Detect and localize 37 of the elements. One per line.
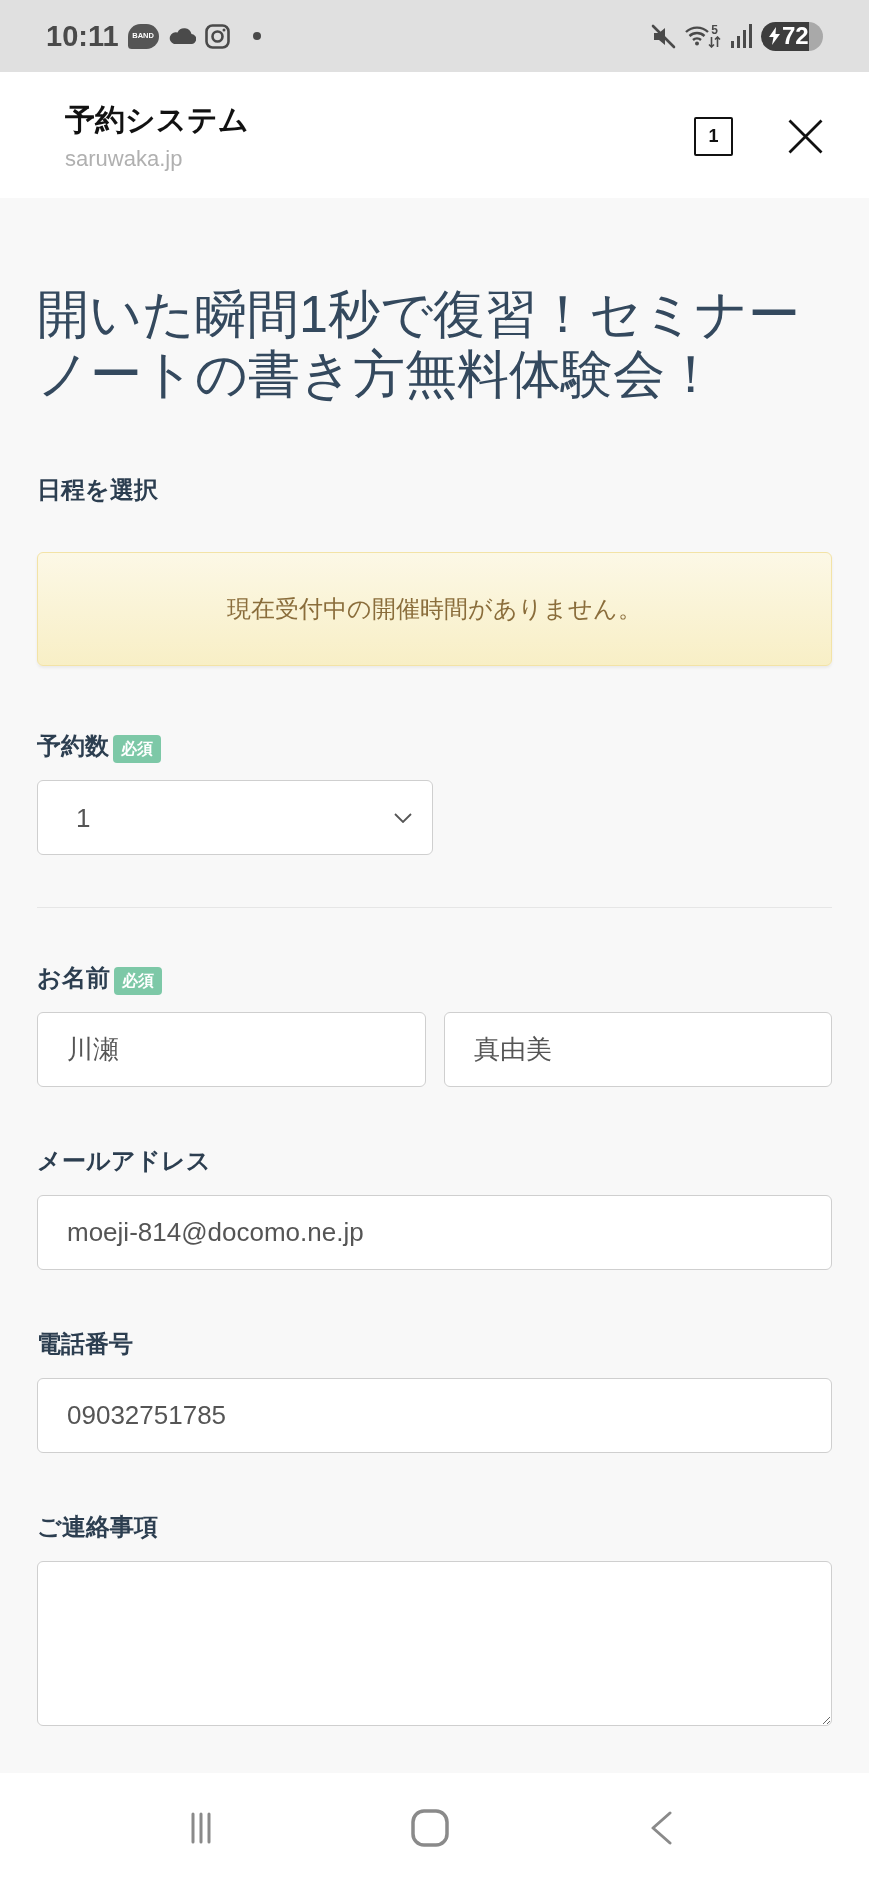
name-field[interactable]: 川瀬: [37, 1012, 426, 1087]
wifi-label: 5: [711, 24, 718, 36]
input-field[interactable]: moeji-814@docomo.ne.jp: [37, 1195, 832, 1270]
field-label: メールアドレス: [37, 1146, 211, 1176]
camera-icon: [204, 23, 230, 49]
battery-percentage: 72: [782, 22, 809, 50]
clock-time: 10:11: [46, 19, 119, 53]
site-domain: saruwaka.jp: [65, 144, 183, 173]
recent-apps-icon: [190, 1812, 211, 1844]
field-label: 予約数: [37, 731, 109, 761]
home-icon: [410, 1809, 449, 1847]
input-field[interactable]: 09032751785: [37, 1378, 832, 1453]
close-icon: [788, 119, 823, 154]
quantity-select[interactable]: 1: [37, 780, 433, 855]
required-tag: 必須: [114, 967, 162, 995]
home-button[interactable]: [410, 1809, 449, 1847]
bolt-icon: [769, 27, 780, 45]
section-label: 日程を選択: [37, 475, 159, 505]
name-field[interactable]: 真由美: [443, 1012, 832, 1087]
close-button[interactable]: [788, 119, 823, 154]
page-heading: 開いた瞬間1秒で復習！セミナーノートの書き方無料体験会！: [37, 284, 801, 404]
required-tag: 必須: [113, 735, 161, 763]
app-title: 予約システム: [65, 101, 249, 138]
tabs-button[interactable]: 1: [694, 117, 733, 156]
cloud-icon: [167, 28, 196, 44]
wifi-icon: [685, 24, 709, 46]
field-label: お名前: [37, 963, 110, 993]
notice-banner: 現在受付中の開催時間がありません。: [37, 552, 832, 666]
dot-icon: [252, 32, 261, 40]
recent-apps-button[interactable]: [190, 1812, 211, 1844]
field-label: ご連絡事項: [37, 1512, 158, 1542]
field-label: 電話番号: [37, 1329, 133, 1359]
muted-speaker-icon: [651, 23, 676, 49]
chevron-down-icon: [394, 812, 412, 823]
signal-icon: [730, 24, 752, 48]
message-field[interactable]: [37, 1561, 832, 1726]
transfer-arrows-icon: [708, 36, 721, 48]
